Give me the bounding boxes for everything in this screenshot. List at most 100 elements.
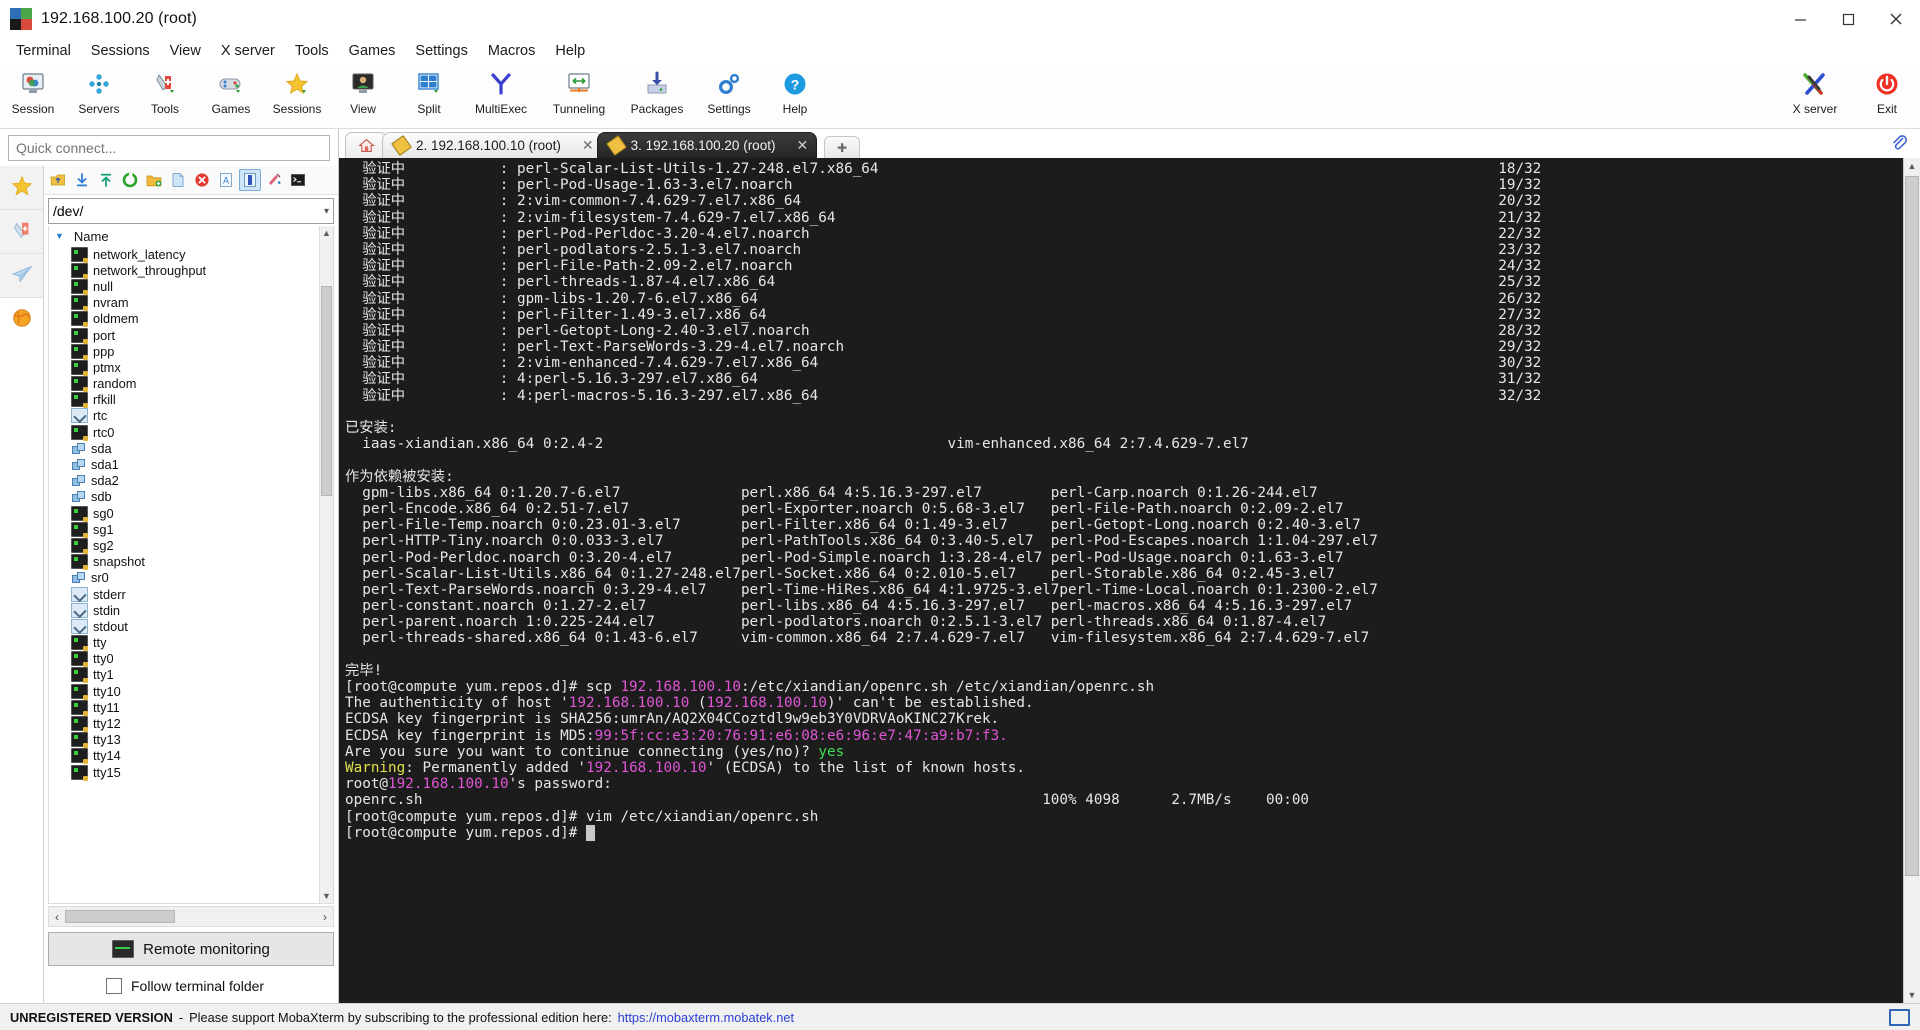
toolbar-tools-button[interactable]: Tools bbox=[132, 66, 198, 127]
list-item[interactable]: port bbox=[49, 327, 333, 344]
toolbar-servers-button[interactable]: Servers bbox=[66, 66, 132, 127]
terminal-tab-2-close-icon[interactable]: ✕ bbox=[796, 137, 808, 154]
new-file-icon[interactable] bbox=[167, 169, 189, 191]
quick-connect-input[interactable] bbox=[8, 135, 330, 161]
list-item[interactable]: sr0 bbox=[49, 570, 333, 586]
file-list-hscrollbar[interactable]: ‹ › bbox=[48, 906, 334, 927]
menu-macros[interactable]: Macros bbox=[478, 40, 546, 62]
follow-terminal-folder-checkbox[interactable] bbox=[106, 978, 122, 994]
terminal-scrollbar-thumb[interactable] bbox=[1905, 176, 1919, 876]
file-list[interactable]: ▼ Name network_latency network_throughput… bbox=[48, 226, 334, 904]
list-item[interactable]: sg2 bbox=[49, 537, 333, 554]
toolbar-split-button[interactable]: Split bbox=[396, 66, 462, 127]
list-item[interactable]: stdin bbox=[49, 602, 333, 618]
toolbar-view-button[interactable]: View bbox=[330, 66, 396, 127]
sidebar-tab-sftp[interactable] bbox=[0, 254, 43, 298]
sidebar-tab-globe[interactable] bbox=[0, 298, 43, 341]
terminal-tab-2[interactable]: 3. 192.168.100.20 (root) ✕ bbox=[596, 132, 818, 158]
file-list-header[interactable]: ▼ Name bbox=[49, 226, 333, 246]
terminal-icon[interactable] bbox=[287, 169, 309, 191]
remote-monitoring-button[interactable]: Remote monitoring bbox=[48, 932, 334, 966]
chevron-down-icon[interactable]: ▾ bbox=[324, 206, 329, 217]
text-mode-icon[interactable]: A bbox=[215, 169, 237, 191]
terminal-output[interactable]: 验证中 : perl-Scalar-List-Utils-1.27-248.el… bbox=[339, 158, 1903, 1003]
list-item[interactable]: oldmem bbox=[49, 311, 333, 328]
toolbar-tunneling-button[interactable]: Tunneling bbox=[540, 66, 618, 127]
delete-icon[interactable] bbox=[191, 169, 213, 191]
sidebar-tab-tools[interactable] bbox=[0, 210, 43, 254]
toolbar-session-button[interactable]: Session bbox=[0, 66, 66, 127]
list-item[interactable]: tty11 bbox=[49, 699, 333, 716]
new-folder-icon[interactable] bbox=[143, 169, 165, 191]
list-item[interactable]: tty0 bbox=[49, 651, 333, 668]
list-item[interactable]: tty bbox=[49, 635, 333, 652]
list-item[interactable]: sg0 bbox=[49, 505, 333, 522]
menu-xserver[interactable]: X server bbox=[211, 40, 285, 62]
list-item[interactable]: sda1 bbox=[49, 456, 333, 472]
terminal-scroll-down-icon[interactable]: ▼ bbox=[1904, 987, 1920, 1003]
hscroll-right-icon[interactable]: › bbox=[317, 910, 333, 924]
list-item[interactable]: sda2 bbox=[49, 473, 333, 489]
menu-tools[interactable]: Tools bbox=[285, 40, 339, 62]
file-list-scrollbar[interactable]: ▲ ▼ bbox=[319, 226, 333, 903]
list-item[interactable]: rfkill bbox=[49, 392, 333, 409]
home-tab[interactable] bbox=[345, 132, 387, 158]
path-bar[interactable]: /dev/ ▾ bbox=[48, 198, 334, 224]
new-tab-button[interactable]: ✚ bbox=[824, 136, 861, 158]
upload-icon[interactable] bbox=[95, 169, 117, 191]
terminal-tab-1[interactable]: 2. 192.168.100.10 (root) ✕ bbox=[382, 132, 603, 158]
hscroll-track[interactable] bbox=[65, 910, 317, 923]
sidebar-tab-favorites[interactable] bbox=[0, 166, 43, 210]
toolbar-packages-button[interactable]: Packages bbox=[618, 66, 696, 127]
menu-view[interactable]: View bbox=[160, 40, 211, 62]
list-item[interactable]: tty12 bbox=[49, 715, 333, 733]
menu-sessions[interactable]: Sessions bbox=[81, 40, 160, 62]
list-item[interactable]: network_throughput bbox=[49, 262, 333, 279]
follow-terminal-folder-row[interactable]: Follow terminal folder bbox=[44, 969, 338, 1003]
mobaxterm-link[interactable]: https://mobaxterm.mobatek.net bbox=[618, 1010, 794, 1025]
scroll-up-icon[interactable]: ▲ bbox=[320, 226, 333, 240]
permissions-icon[interactable] bbox=[263, 169, 285, 191]
toolbar-settings-button[interactable]: Settings bbox=[696, 66, 762, 127]
list-item[interactable]: tty14 bbox=[49, 748, 333, 765]
menu-games[interactable]: Games bbox=[339, 40, 406, 62]
list-item[interactable]: tty1 bbox=[49, 667, 333, 684]
toolbar-multiexec-button[interactable]: MultiExec bbox=[462, 66, 540, 127]
toolbar-help-button[interactable]: ? Help bbox=[762, 66, 828, 127]
list-item[interactable]: stdout bbox=[49, 618, 333, 634]
list-item[interactable]: tty10 bbox=[49, 683, 333, 700]
list-item[interactable]: network_latency bbox=[49, 246, 333, 263]
close-button[interactable] bbox=[1872, 0, 1920, 38]
binary-mode-icon[interactable] bbox=[239, 169, 261, 191]
list-item[interactable]: sg1 bbox=[49, 521, 333, 538]
refresh-icon[interactable] bbox=[119, 169, 141, 191]
list-item[interactable]: random bbox=[49, 376, 333, 393]
minimize-button[interactable] bbox=[1776, 0, 1824, 38]
terminal-scroll-up-icon[interactable]: ▲ bbox=[1904, 158, 1920, 174]
download-icon[interactable] bbox=[71, 169, 93, 191]
toolbar-exit-button[interactable]: Exit bbox=[1854, 66, 1920, 127]
list-item[interactable]: ppp bbox=[49, 343, 333, 360]
scroll-down-icon[interactable]: ▼ bbox=[320, 889, 333, 903]
list-item[interactable]: stderr bbox=[49, 586, 333, 602]
scrollbar-thumb[interactable] bbox=[321, 286, 332, 496]
list-item[interactable]: tty13 bbox=[49, 732, 333, 749]
list-item[interactable]: snapshot bbox=[49, 554, 333, 571]
toolbar-xserver-button[interactable]: X server bbox=[1776, 66, 1854, 127]
go-up-icon[interactable] bbox=[47, 169, 69, 191]
menu-settings[interactable]: Settings bbox=[405, 40, 477, 62]
menu-help[interactable]: Help bbox=[545, 40, 595, 62]
toolbar-sessions-button[interactable]: Sessions bbox=[264, 66, 330, 127]
terminal-scrollbar[interactable]: ▲ ▼ bbox=[1903, 158, 1920, 1003]
terminal-tab-1-close-icon[interactable]: ✕ bbox=[582, 137, 594, 154]
maximize-button[interactable] bbox=[1824, 0, 1872, 38]
list-item[interactable]: rtc bbox=[49, 408, 333, 424]
list-item[interactable]: nvram bbox=[49, 295, 333, 312]
hscroll-thumb[interactable] bbox=[65, 910, 175, 923]
list-item[interactable]: sdb bbox=[49, 489, 333, 505]
toolbar-games-button[interactable]: Games bbox=[198, 66, 264, 127]
list-item[interactable]: tty15 bbox=[49, 764, 333, 781]
list-item[interactable]: sda bbox=[49, 440, 333, 456]
list-item[interactable]: ptmx bbox=[49, 359, 333, 376]
list-item[interactable]: rtc0 bbox=[49, 424, 333, 441]
